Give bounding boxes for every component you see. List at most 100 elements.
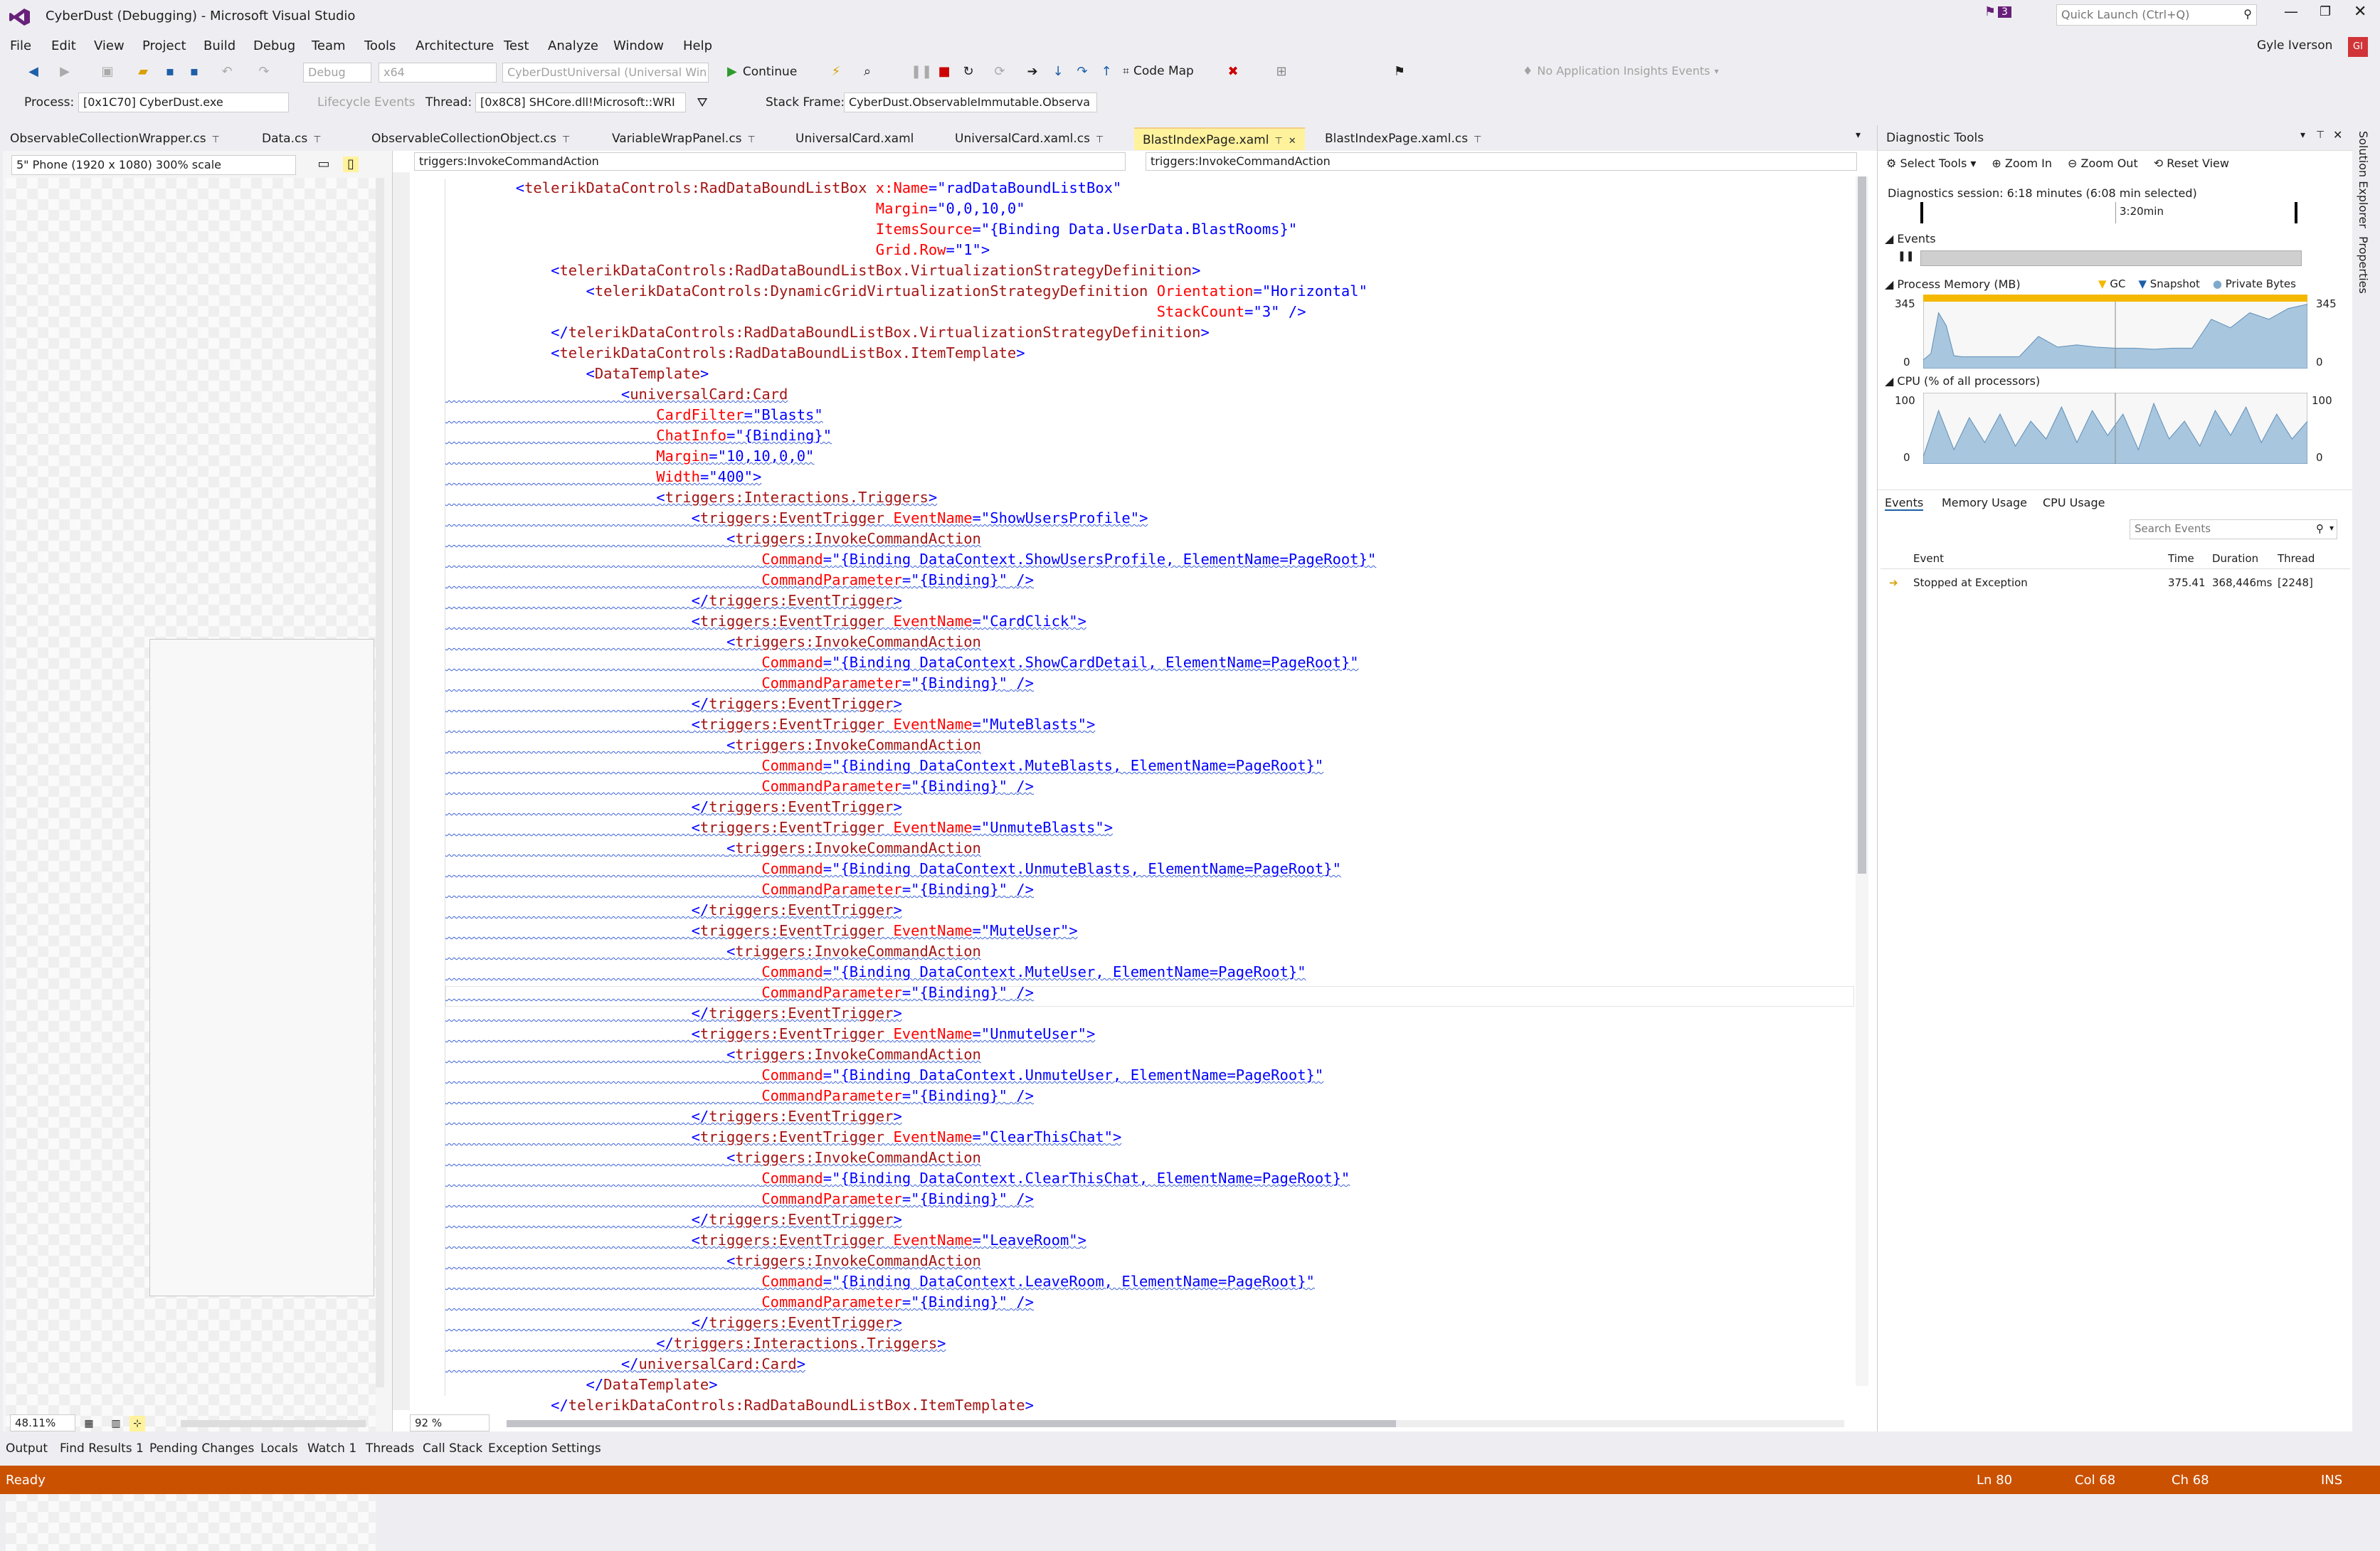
code-line[interactable]: </universalCard:Card> xyxy=(445,1354,1854,1375)
avatar[interactable]: GI xyxy=(2348,37,2368,57)
code-line[interactable]: <universalCard:Card xyxy=(445,384,1854,405)
device-dropdown[interactable]: 5" Phone (1920 x 1080) 300% scale xyxy=(11,155,296,175)
grid-icon[interactable]: ▦ xyxy=(81,1416,97,1431)
code-line[interactable]: <triggers:InvokeCommandAction xyxy=(445,1148,1854,1168)
pause-icon[interactable]: ❚❚ xyxy=(1898,250,1914,262)
save-icon[interactable]: ▪ xyxy=(162,64,178,80)
find-icon[interactable]: ⌕ xyxy=(860,64,875,80)
code-line[interactable]: <triggers:EventTrigger EventName="ClearT… xyxy=(445,1127,1854,1148)
menu-architecture[interactable]: Architecture xyxy=(416,38,494,53)
code-line[interactable]: <triggers:InvokeCommandAction xyxy=(445,1044,1854,1065)
code-line[interactable]: </triggers:EventTrigger> xyxy=(445,1313,1854,1333)
step-into-icon[interactable]: ↓ xyxy=(1050,64,1066,80)
tab-overflow-icon[interactable]: ▾ xyxy=(1856,129,1861,141)
snap-icon[interactable]: ▥ xyxy=(108,1416,124,1431)
tab-exception-settings[interactable]: Exception Settings xyxy=(488,1441,601,1456)
dropdown-icon[interactable]: ▾ xyxy=(2300,129,2305,141)
hex-display-icon[interactable]: ⊞ xyxy=(1274,64,1289,80)
code-line[interactable]: CommandParameter="{Binding}" /> xyxy=(445,673,1854,694)
tab-data[interactable]: Data.cs ⊤ xyxy=(253,127,330,150)
code-line[interactable]: Width="400"> xyxy=(445,467,1854,487)
code-line[interactable]: Command="{Binding DataContext.UnmuteUser… xyxy=(445,1065,1854,1086)
editor-vertical-scrollbar[interactable] xyxy=(1856,176,1868,1386)
code-line[interactable]: CardFilter="Blasts" xyxy=(445,405,1854,425)
new-project-icon[interactable]: ▣ xyxy=(100,64,115,80)
filter-icon[interactable]: ⛛ xyxy=(694,95,710,111)
tab-output[interactable]: Output xyxy=(6,1441,48,1456)
tab-blastindexpage-xaml[interactable]: BlastIndexPage.xaml ⊤ ✕ xyxy=(1134,127,1305,150)
code-line[interactable]: <triggers:InvokeCommandAction xyxy=(445,529,1854,549)
code-line[interactable]: Margin="0,0,10,0" xyxy=(445,198,1854,219)
designer-zoom-dropdown[interactable]: 48.11% xyxy=(10,1414,75,1431)
code-line[interactable]: </triggers:EventTrigger> xyxy=(445,1209,1854,1230)
code-line[interactable]: <triggers:EventTrigger EventName="Unmute… xyxy=(445,817,1854,838)
code-line[interactable]: <telerikDataControls:DynamicGridVirtuali… xyxy=(445,281,1854,302)
menu-help[interactable]: Help xyxy=(683,38,712,53)
code-line[interactable]: </triggers:EventTrigger> xyxy=(445,797,1854,817)
thread-dropdown[interactable]: [0x8C8] SHCore.dll!Microsoft::WRI xyxy=(475,92,686,112)
code-line[interactable]: ChatInfo="{Binding}" xyxy=(445,425,1854,446)
close-button[interactable]: ✕ xyxy=(2354,3,2366,21)
code-line[interactable]: Grid.Row="1"> xyxy=(445,240,1854,260)
code-line[interactable]: <triggers:InvokeCommandAction xyxy=(445,1251,1854,1271)
column-time[interactable]: Time xyxy=(2168,552,2194,565)
tab-variablewrappanel[interactable]: VariableWrapPanel.cs ⊤ xyxy=(603,127,764,150)
attach-icon[interactable]: ⚡ xyxy=(828,64,844,80)
code-line[interactable]: </triggers:Interactions.Triggers> xyxy=(445,1333,1854,1354)
quick-launch-box[interactable]: ⚲ xyxy=(2056,4,2257,26)
code-line[interactable]: <triggers:EventTrigger EventName="CardCl… xyxy=(445,611,1854,632)
code-line[interactable]: <triggers:EventTrigger EventName="Unmute… xyxy=(445,1024,1854,1044)
code-line[interactable]: <triggers:EventTrigger EventName="MuteUs… xyxy=(445,921,1854,941)
solution-explorer-tab[interactable]: Solution Explorer xyxy=(2357,131,2370,228)
code-line[interactable]: Command="{Binding DataContext.LeaveRoom,… xyxy=(445,1271,1854,1292)
configuration-dropdown[interactable]: Debug xyxy=(303,63,371,83)
zoom-out-button[interactable]: ⊖ Zoom Out xyxy=(2068,157,2138,170)
code-line[interactable]: </triggers:EventTrigger> xyxy=(445,1003,1854,1024)
code-line[interactable]: StackCount="3" /> xyxy=(445,302,1854,322)
search-events-box[interactable]: ⚲ ▾ xyxy=(2130,519,2337,539)
redo-icon[interactable]: ↷ xyxy=(256,64,272,80)
outlining-margin[interactable] xyxy=(434,179,445,1396)
tab-observablecollectionwrapper[interactable]: ObservableCollectionWrapper.cs ⊤ xyxy=(1,127,228,150)
tab-find-results[interactable]: Find Results 1 xyxy=(60,1441,144,1456)
code-line[interactable]: </DataTemplate> xyxy=(445,1375,1854,1395)
scrollbar-thumb[interactable] xyxy=(507,1420,1396,1427)
quick-launch-input[interactable] xyxy=(2057,5,2228,23)
code-line[interactable]: Command="{Binding DataContext.UnmuteBlas… xyxy=(445,859,1854,879)
code-line[interactable]: <triggers:EventTrigger EventName="ShowUs… xyxy=(445,508,1854,529)
pin-icon[interactable]: ⊤ xyxy=(1474,134,1481,145)
code-line[interactable]: <telerikDataControls:RadDataBoundListBox… xyxy=(445,260,1854,281)
chevron-down-icon[interactable]: ▾ xyxy=(2329,523,2334,533)
notifications-button[interactable]: ⚑ 3 xyxy=(1982,4,2011,20)
menu-team[interactable]: Team xyxy=(312,38,346,53)
scrollbar-thumb[interactable] xyxy=(1858,176,1866,874)
process-memory-chart[interactable] xyxy=(1923,295,2307,369)
code-line[interactable]: CommandParameter="{Binding}" /> xyxy=(445,879,1854,900)
code-line[interactable]: Command="{Binding DataContext.ShowUsersP… xyxy=(445,549,1854,570)
pin-icon[interactable]: ⊤ xyxy=(2316,129,2325,141)
tab-threads[interactable]: Threads xyxy=(366,1441,414,1456)
close-tab-icon[interactable]: ✕ xyxy=(1289,136,1296,147)
platform-dropdown[interactable]: x64 xyxy=(379,63,497,83)
menu-file[interactable]: File xyxy=(10,38,31,53)
select-tools-button[interactable]: ⚙ Select Tools ▾ xyxy=(1886,157,1976,170)
code-line[interactable]: <triggers:EventTrigger EventName="LeaveR… xyxy=(445,1230,1854,1251)
menu-debug[interactable]: Debug xyxy=(253,38,295,53)
stop-icon[interactable]: ■ xyxy=(936,64,952,80)
tab-call-stack[interactable]: Call Stack xyxy=(423,1441,482,1456)
pin-icon[interactable]: ⊤ xyxy=(562,134,570,145)
column-thread[interactable]: Thread xyxy=(2278,552,2315,565)
code-line[interactable]: CommandParameter="{Binding}" /> xyxy=(445,1189,1854,1209)
tab-locals[interactable]: Locals xyxy=(260,1441,298,1456)
pause-icon[interactable]: ❚❚ xyxy=(911,64,932,80)
tab-universalcard-xaml-cs[interactable]: UniversalCard.xaml.cs ⊤ xyxy=(946,127,1112,150)
pin-icon[interactable]: ⊤ xyxy=(748,134,756,145)
code-line[interactable]: Command="{Binding DataContext.MuteUser, … xyxy=(445,962,1854,983)
pin-icon[interactable]: ⊤ xyxy=(1274,136,1282,147)
code-line[interactable]: </triggers:EventTrigger> xyxy=(445,694,1854,714)
menu-window[interactable]: Window xyxy=(613,38,664,53)
stack-frame-dropdown[interactable]: CyberDust.ObservableImmutable.Observa xyxy=(844,92,1097,112)
tab-observablecollectionobject[interactable]: ObservableCollectionObject.cs ⊤ xyxy=(363,127,578,150)
startup-project-dropdown[interactable]: CyberDustUniversal (Universal Win xyxy=(502,63,709,83)
code-map-button[interactable]: ⌗ Code Map xyxy=(1123,64,1194,78)
